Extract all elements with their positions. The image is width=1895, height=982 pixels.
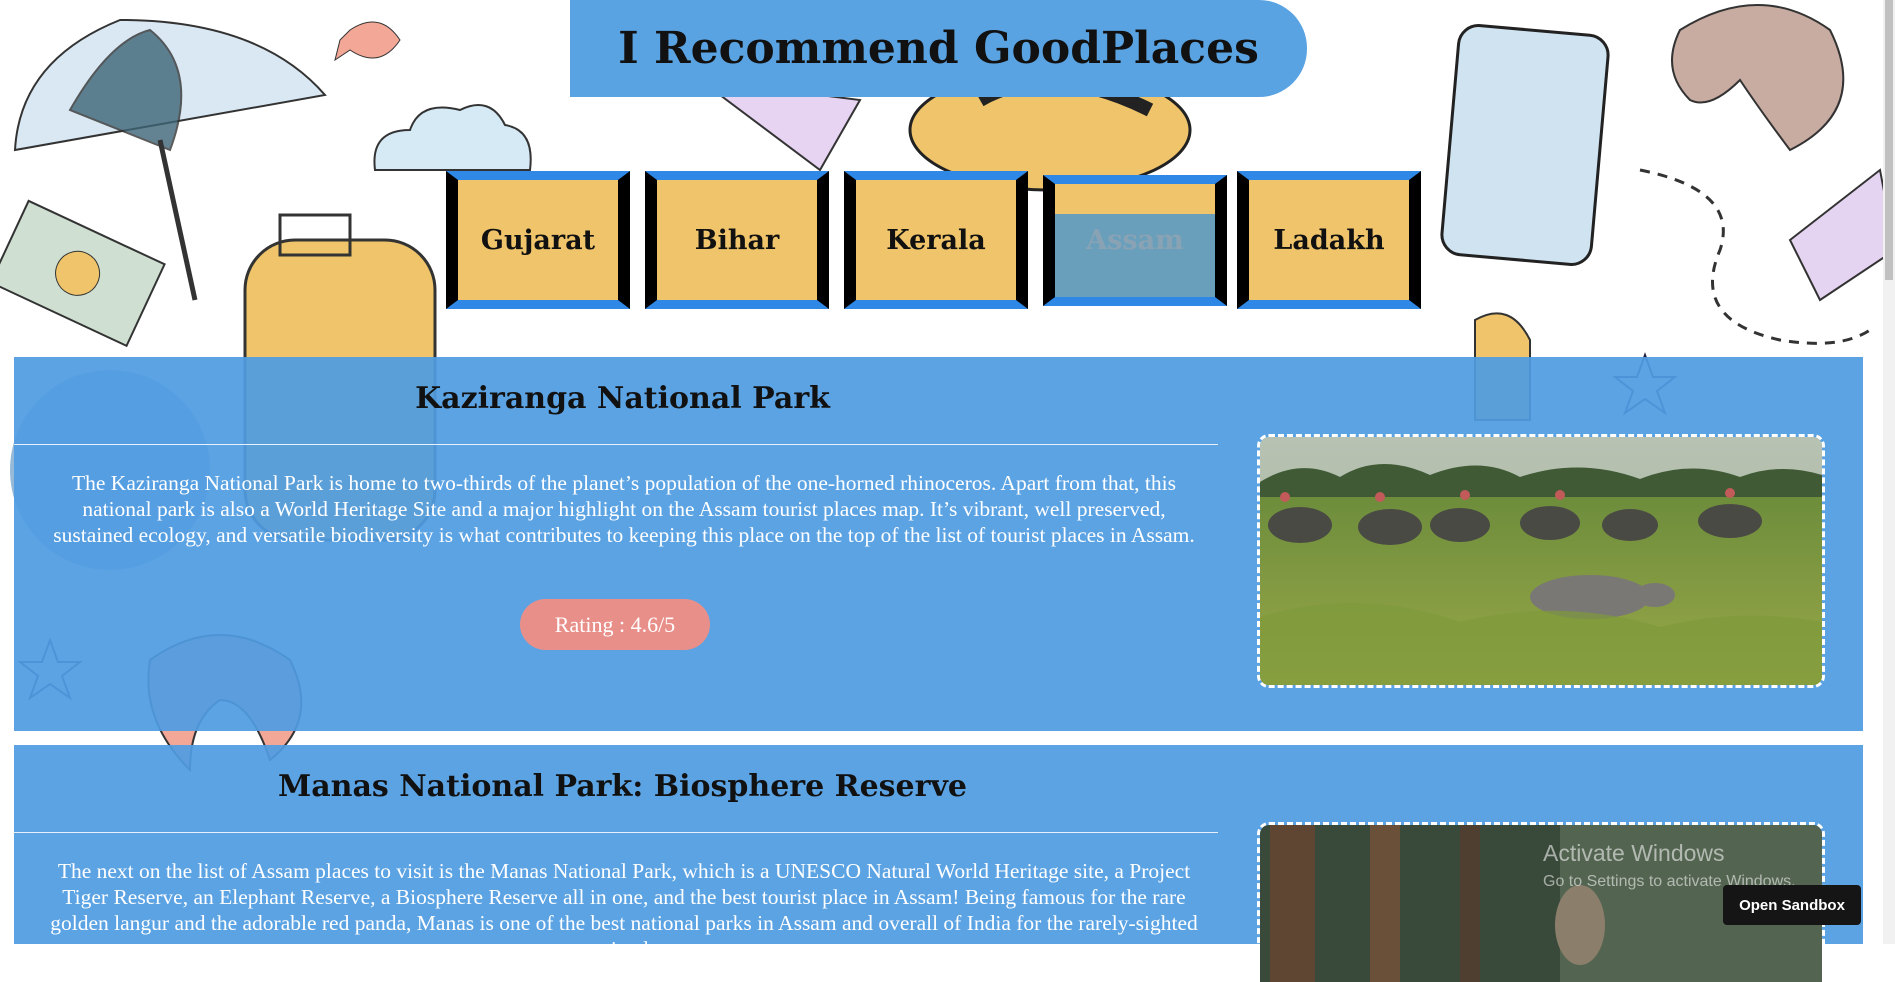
place-title: Kaziranga National Park — [415, 381, 830, 416]
divider — [14, 444, 1218, 445]
page-title: I Recommend GoodPlaces — [618, 23, 1259, 74]
umbrella-doodle — [13, 18, 327, 301]
place-photo — [1257, 434, 1825, 688]
tab-gujarat[interactable]: Gujarat — [446, 171, 630, 309]
scrollbar-thumb[interactable] — [1885, 0, 1893, 280]
phone-doodle — [1440, 24, 1610, 266]
divider — [14, 832, 1218, 833]
neck-pillow-doodle — [1671, 4, 1845, 152]
fish-doodle — [334, 21, 401, 62]
place-description: The next on the list of Assam places to … — [50, 859, 1198, 961]
place-description: The Kaziranga National Park is home to t… — [53, 471, 1195, 547]
tab-kerala[interactable]: Kerala — [844, 171, 1028, 309]
rhino-elephant-photo — [1260, 437, 1822, 685]
activate-windows-watermark: Activate Windows Go to Settings to activ… — [1543, 840, 1796, 891]
place-card: Kaziranga National Park The Kaziranga Na… — [14, 357, 1863, 731]
tab-ladakh[interactable]: Ladakh — [1237, 171, 1421, 309]
place-title: Manas National Park: Biosphere Reserve — [278, 769, 967, 804]
header-banner: I Recommend GoodPlaces — [570, 0, 1307, 97]
dashed-path-doodle — [1639, 168, 1871, 345]
cloud-doodle — [373, 104, 532, 171]
open-sandbox-button[interactable]: Open Sandbox — [1723, 885, 1861, 925]
tube-doodle — [1788, 168, 1895, 302]
tab-assam[interactable]: Assam — [1043, 175, 1227, 306]
scrollbar[interactable] — [1883, 0, 1895, 944]
money-doodle — [0, 199, 166, 348]
tab-bihar[interactable]: Bihar — [645, 171, 829, 309]
rating-badge: Rating : 4.6/5 — [520, 599, 710, 650]
activate-title: Activate Windows — [1543, 840, 1725, 866]
